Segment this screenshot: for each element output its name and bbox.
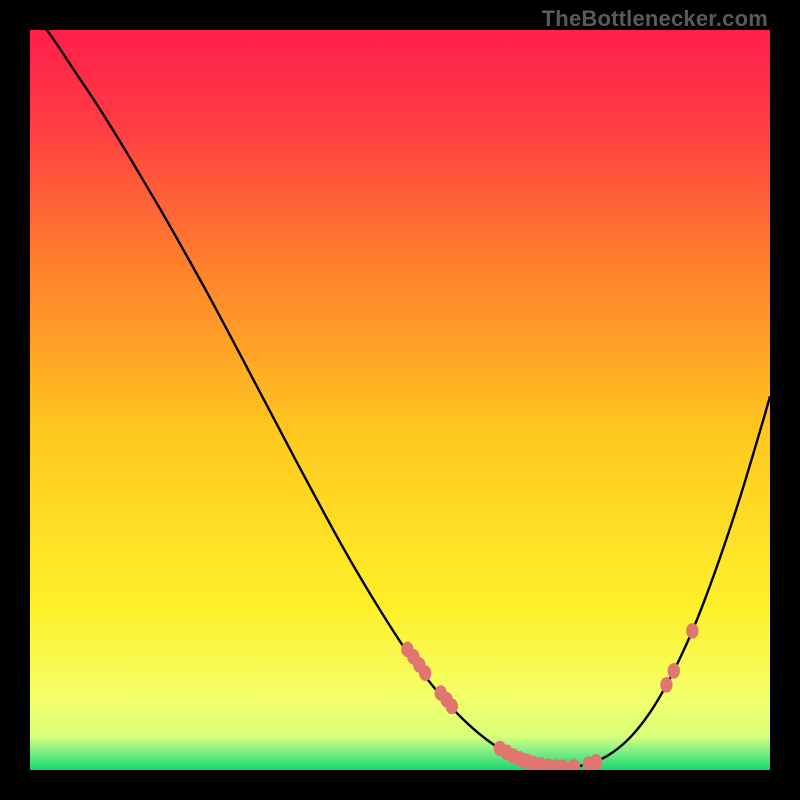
curve-marker [686,623,698,639]
chart-frame [30,30,770,770]
curve-marker [419,665,431,681]
curve-marker [668,663,680,679]
curve-marker [590,754,602,770]
watermark-text: TheBottlenecker.com [542,6,768,32]
gradient-background [30,30,770,770]
curve-marker [660,677,672,693]
bottleneck-curve-chart [30,30,770,770]
curve-marker [446,699,458,715]
